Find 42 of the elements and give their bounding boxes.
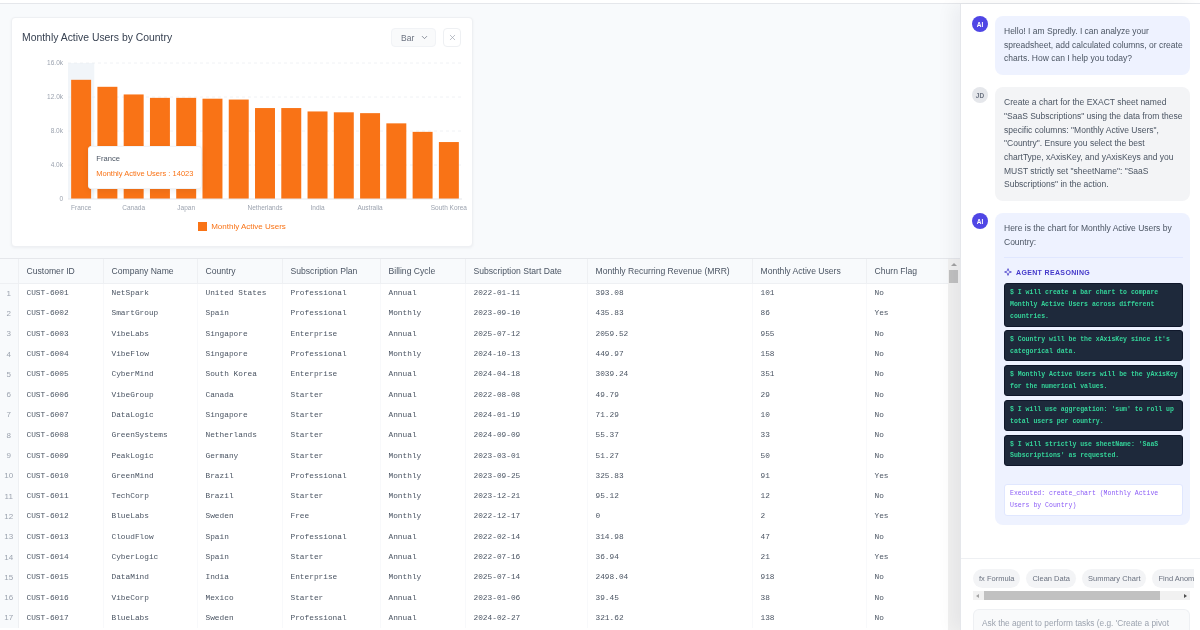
message-text: Create a chart for the EXACT sheet named "SaaS Subscriptions" using the data from these specific columns: "Monthly Active Users", "Country". Ensure you select the best chartType, xAxisKey, and yAxisKeys and you MUST strictly set "sheetName": "SaaS Subscriptions" in the action. bbox=[1004, 96, 1183, 192]
row-number: 17 bbox=[0, 607, 18, 629]
close-icon bbox=[447, 33, 457, 42]
column-header: Customer ID bbox=[18, 259, 103, 283]
row-number: 1 bbox=[0, 283, 18, 304]
column-header: Company Name bbox=[103, 259, 197, 283]
column-header: Country bbox=[197, 259, 282, 283]
column-header: Monthly Active Users bbox=[752, 259, 866, 283]
row-number: 4 bbox=[0, 343, 18, 365]
row-number: 12 bbox=[0, 506, 18, 527]
horizontal-scrollbar[interactable] bbox=[973, 591, 1190, 600]
row-number: 13 bbox=[0, 526, 18, 547]
row-number: 8 bbox=[0, 425, 18, 446]
bar bbox=[438, 142, 459, 199]
row-number: 3 bbox=[0, 323, 18, 344]
legend-swatch-icon bbox=[198, 221, 208, 231]
close-button[interactable] bbox=[443, 28, 461, 47]
message-text: Hello! I am Spredly. I can analyze your spreadsheet, add calculated columns, or create charts. How can I help you today? bbox=[1004, 25, 1183, 66]
message-text: Here is the chart for Monthly Active Users by Country: bbox=[1004, 222, 1173, 249]
legend-label: Monthly Active Users bbox=[211, 221, 286, 231]
column-header: Monthly Recurring Revenue (MRR) bbox=[587, 259, 752, 283]
chart-title: Monthly Active Users by Country bbox=[22, 32, 173, 43]
chart-type-select[interactable]: Bar bbox=[391, 28, 436, 47]
row-number: 10 bbox=[0, 465, 18, 486]
row-number: 16 bbox=[0, 587, 18, 608]
row-number: 2 bbox=[0, 303, 18, 324]
column-header: Churn Flag bbox=[866, 259, 948, 283]
chevron-down-icon bbox=[420, 33, 429, 42]
row-number: 15 bbox=[0, 567, 18, 588]
column-header: Subscription Plan bbox=[282, 259, 380, 283]
chat-input[interactable]: Ask the agent to perform tasks (e.g. 'Create a pivot bbox=[973, 609, 1190, 630]
row-number: 14 bbox=[0, 546, 18, 568]
row-number: 9 bbox=[0, 445, 18, 466]
column-header: Subscription Start Date bbox=[465, 259, 587, 283]
bar bbox=[412, 131, 433, 199]
row-number: 7 bbox=[0, 404, 18, 426]
column-header: Billing Cycle bbox=[380, 259, 465, 283]
row-number: 5 bbox=[0, 364, 18, 385]
sparkle-icon bbox=[1004, 268, 1012, 277]
row-number: 11 bbox=[0, 485, 18, 507]
row-number: 6 bbox=[0, 384, 18, 405]
vertical-scrollbar[interactable] bbox=[948, 259, 960, 630]
